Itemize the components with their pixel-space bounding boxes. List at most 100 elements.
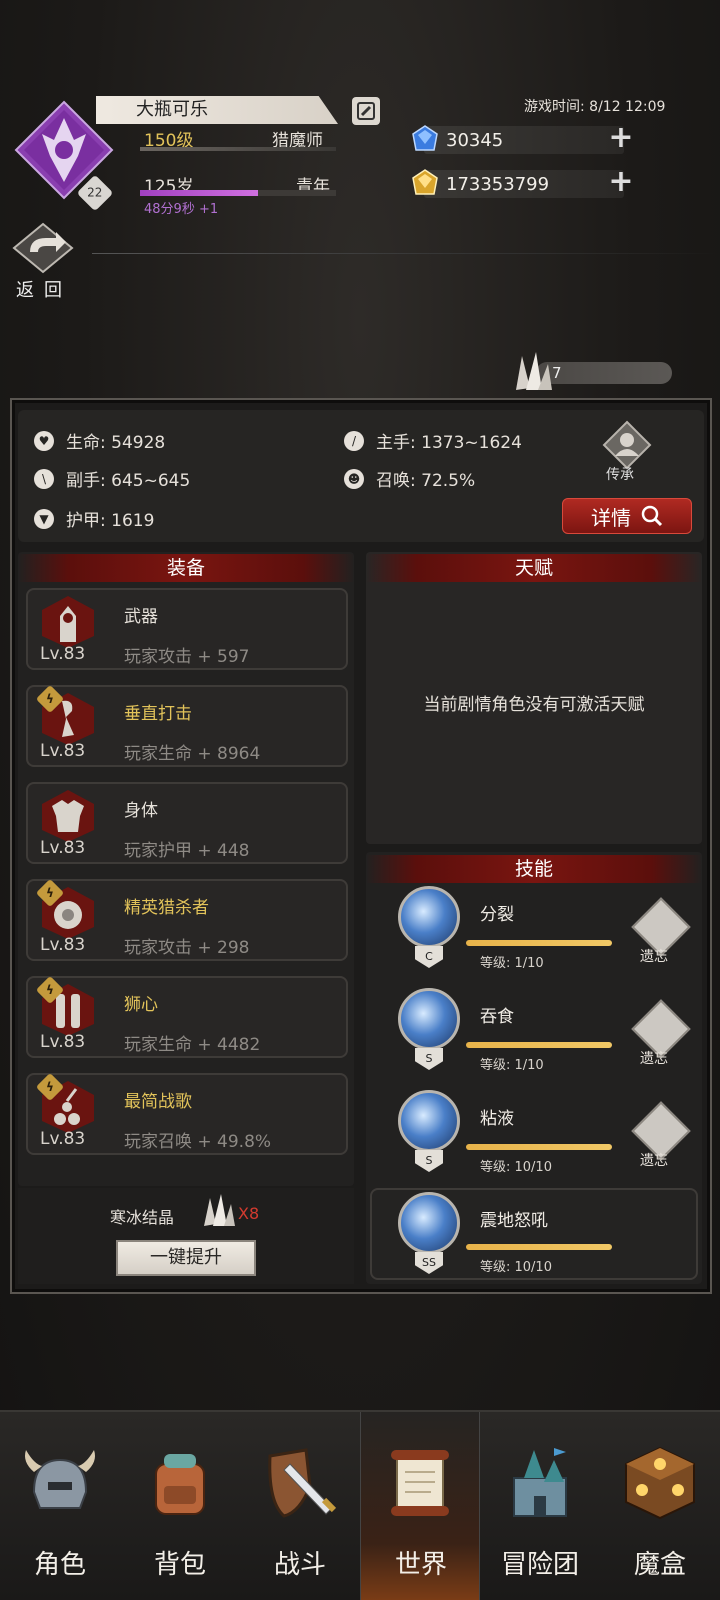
- skill-level: 等级: 10/10: [480, 1160, 552, 1175]
- equip-row-weapon[interactable]: Lv.83 武器 玩家攻击 + 597: [26, 588, 348, 670]
- weapon-icon: [42, 596, 94, 648]
- gold-amount: 173353799: [446, 174, 550, 195]
- nav-label: 魔盒: [633, 1550, 686, 1580]
- stat-armor-text: 护甲: 1619: [66, 511, 155, 531]
- equip-row-warsong[interactable]: ϟ Lv.83 最简战歌 玩家召唤 + 49.8%: [26, 1072, 348, 1155]
- add-gems-button[interactable]: +: [608, 123, 634, 153]
- detail-button[interactable]: 详情: [562, 498, 692, 534]
- inherit-label[interactable]: 传承: [606, 464, 634, 484]
- roar-skill-icon[interactable]: [398, 1192, 460, 1254]
- lightning-icon: ϟ: [35, 975, 65, 1005]
- return-icon[interactable]: [12, 222, 74, 274]
- stat-main-hand-text: 主手: 1373~1624: [376, 433, 522, 453]
- detail-button-label: 详情: [591, 505, 631, 530]
- skill-level: 等级: 10/10: [480, 1260, 552, 1275]
- devour-skill-icon[interactable]: [398, 988, 460, 1050]
- stat-summon-text: 召唤: 72.5%: [376, 471, 476, 491]
- forget-button[interactable]: 遗忘: [640, 1150, 668, 1170]
- equip-level: Lv.83: [40, 1129, 86, 1149]
- castle-icon: [513, 1448, 567, 1517]
- gem-amount: 30345: [446, 130, 504, 151]
- equip-level: Lv.83: [40, 935, 86, 955]
- skull-icon: ☻: [344, 468, 364, 489]
- talent-title: 天赋: [366, 554, 702, 582]
- slime-skill-icon[interactable]: [398, 1090, 460, 1152]
- nav-label: 角色: [33, 1550, 86, 1580]
- skill-name: 分裂: [480, 905, 514, 925]
- skill-level: 等级: 1/10: [480, 956, 544, 971]
- skill-level: 等级: 1/10: [480, 1058, 544, 1073]
- ice-crystal-icon: [516, 352, 552, 390]
- nav-character[interactable]: 角色: [0, 1412, 120, 1600]
- equip-bonus: 玩家护甲 + 448: [124, 841, 250, 861]
- magic-box-icon: [625, 1446, 695, 1520]
- equip-bonus: 玩家攻击 + 597: [124, 647, 250, 667]
- crystal-count: 7: [552, 364, 562, 382]
- skill-name: 震地怒吼: [480, 1211, 548, 1231]
- split-skill-icon[interactable]: [398, 886, 460, 948]
- nav-backpack[interactable]: 背包: [120, 1412, 240, 1600]
- return-button[interactable]: 返回: [16, 276, 72, 302]
- backpack-icon: [155, 1454, 205, 1515]
- lightning-icon: ϟ: [35, 878, 65, 908]
- heart-icon: ♥: [34, 430, 54, 451]
- age-progress-fill: [140, 190, 258, 196]
- game-time: 游戏时间: 8/12 12:09: [524, 99, 666, 115]
- equip-name: 狮心: [124, 995, 158, 1015]
- player-name: 大瓶可乐: [96, 96, 338, 124]
- nav-battle[interactable]: 战斗: [240, 1412, 360, 1600]
- stat-hp-text: 生命: 54928: [66, 433, 166, 453]
- skill-progress-bar: [466, 1244, 612, 1250]
- equip-name: 身体: [124, 801, 158, 821]
- equip-row-body[interactable]: Lv.83 身体 玩家护甲 + 448: [26, 782, 348, 864]
- stat-off-hand: \ 副手: 645~645: [34, 466, 190, 491]
- equip-level: Lv.83: [40, 1032, 86, 1052]
- skill-progress-bar: [466, 940, 612, 946]
- equip-level: Lv.83: [40, 644, 86, 664]
- body-armor-icon: [42, 790, 94, 842]
- nav-magic-box[interactable]: 魔盒: [600, 1412, 720, 1600]
- equip-name: 精英猎杀者: [124, 898, 209, 918]
- sword-icon: /: [344, 430, 364, 451]
- lightning-icon: ϟ: [35, 684, 65, 714]
- dagger-icon: \: [34, 468, 54, 489]
- equip-name: 武器: [124, 607, 158, 627]
- equip-row-strike[interactable]: ϟ Lv.83 垂直打击 玩家生命 + 8964: [26, 684, 348, 767]
- one-click-upgrade-button[interactable]: 一键提升: [116, 1240, 256, 1276]
- nav-label: 冒险团: [500, 1550, 579, 1580]
- equip-bonus: 玩家生命 + 8964: [124, 744, 261, 764]
- skill-progress-bar: [466, 1144, 612, 1150]
- equip-row-hunter[interactable]: ϟ Lv.83 精英猎杀者 玩家攻击 + 298: [26, 878, 348, 961]
- equip-bonus: 玩家召唤 + 49.8%: [124, 1132, 272, 1152]
- equip-row-lionheart[interactable]: ϟ Lv.83 狮心 玩家生命 + 4482: [26, 975, 348, 1058]
- talent-message: 当前剧情角色没有可激活天赋: [423, 695, 645, 715]
- skills-title: 技能: [366, 855, 702, 883]
- nav-label: 背包: [153, 1550, 206, 1580]
- inherit-icon[interactable]: [602, 420, 652, 470]
- nav-label: 战斗: [273, 1550, 326, 1580]
- equip-name: 垂直打击: [124, 704, 192, 724]
- equip-level: Lv.83: [40, 741, 86, 761]
- skill-progress-bar: [466, 1042, 612, 1048]
- nav-world[interactable]: 世界: [360, 1412, 480, 1600]
- forget-button[interactable]: 遗忘: [640, 946, 668, 966]
- nav-adventure-team[interactable]: 冒险团: [480, 1412, 600, 1600]
- stat-summon: ☻ 召唤: 72.5%: [344, 466, 475, 491]
- lightning-icon: ϟ: [35, 1072, 65, 1102]
- search-icon: [641, 505, 663, 527]
- equip-name: 最简战歌: [124, 1092, 192, 1112]
- equip-level: Lv.83: [40, 838, 86, 858]
- gold-gem-icon: [412, 169, 438, 195]
- stat-main-hand: / 主手: 1373~1624: [344, 428, 522, 453]
- sword-shield-icon: [268, 1448, 337, 1518]
- add-gold-button[interactable]: +: [608, 167, 634, 197]
- edit-name-button[interactable]: [352, 97, 380, 125]
- nav-label: 世界: [394, 1550, 447, 1580]
- equipment-title: 装备: [18, 554, 354, 582]
- header-divider: [92, 253, 720, 254]
- forget-button[interactable]: 遗忘: [640, 1048, 668, 1068]
- equip-bonus: 玩家生命 + 4482: [124, 1035, 261, 1055]
- level-underline: [140, 147, 336, 151]
- stat-armor: ▼ 护甲: 1619: [34, 506, 154, 531]
- helmet-icon: [25, 1450, 95, 1509]
